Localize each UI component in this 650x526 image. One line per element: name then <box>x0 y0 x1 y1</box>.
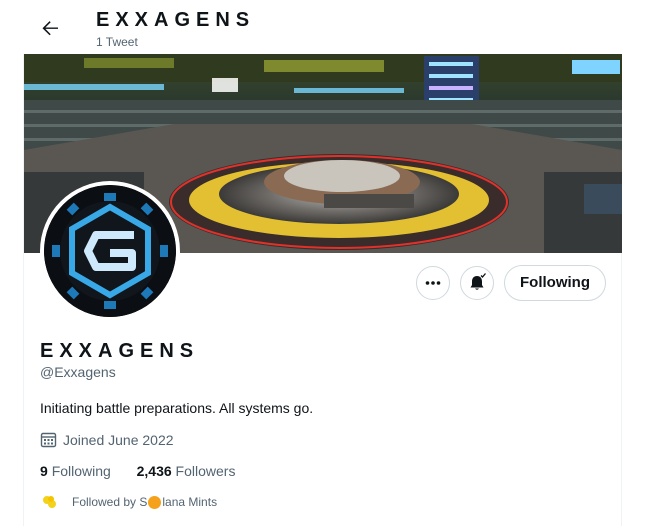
following-label: Following <box>51 463 111 479</box>
header-tweet-count: 1 Tweet <box>96 35 138 49</box>
more-button[interactable] <box>416 266 450 300</box>
profile-header: EXXAGENS 1 Tweet <box>0 0 650 54</box>
header-title: EXXAGENS <box>96 9 256 31</box>
user-handle: @Exxagens <box>40 364 116 380</box>
calendar-icon <box>40 432 57 448</box>
exxagens-logo-avatar <box>44 185 176 317</box>
profile-bio: Initiating battle preparations. All syst… <box>40 400 314 416</box>
joined-date: Joined June 2022 <box>40 431 174 448</box>
following-button[interactable]: Following <box>504 265 606 301</box>
followed-by[interactable]: Followed by S lana Mints <box>40 492 217 512</box>
more-horizontal-icon <box>425 281 441 285</box>
follower-avatar <box>41 493 59 511</box>
display-name: EXXAGENS <box>40 340 200 362</box>
followed-by-prefix: Followed by S <box>72 495 148 509</box>
following-link[interactable]: 9 Following <box>40 463 111 479</box>
follow-stats: 9 Following 2,436 Followers <box>40 463 235 479</box>
following-count: 9 <box>40 463 48 479</box>
followers-label: Followers <box>175 463 236 479</box>
followers-link[interactable]: 2,436 Followers <box>137 463 236 479</box>
joined-text: Joined June 2022 <box>63 431 174 448</box>
profile-avatar[interactable] <box>40 181 180 321</box>
notifications-button[interactable] <box>460 266 494 300</box>
orange-circle-icon <box>148 495 162 509</box>
back-arrow-icon[interactable] <box>38 16 62 40</box>
bell-check-icon <box>470 273 486 290</box>
followers-count: 2,436 <box>136 463 172 479</box>
followed-by-suffix: lana Mints <box>162 495 218 509</box>
